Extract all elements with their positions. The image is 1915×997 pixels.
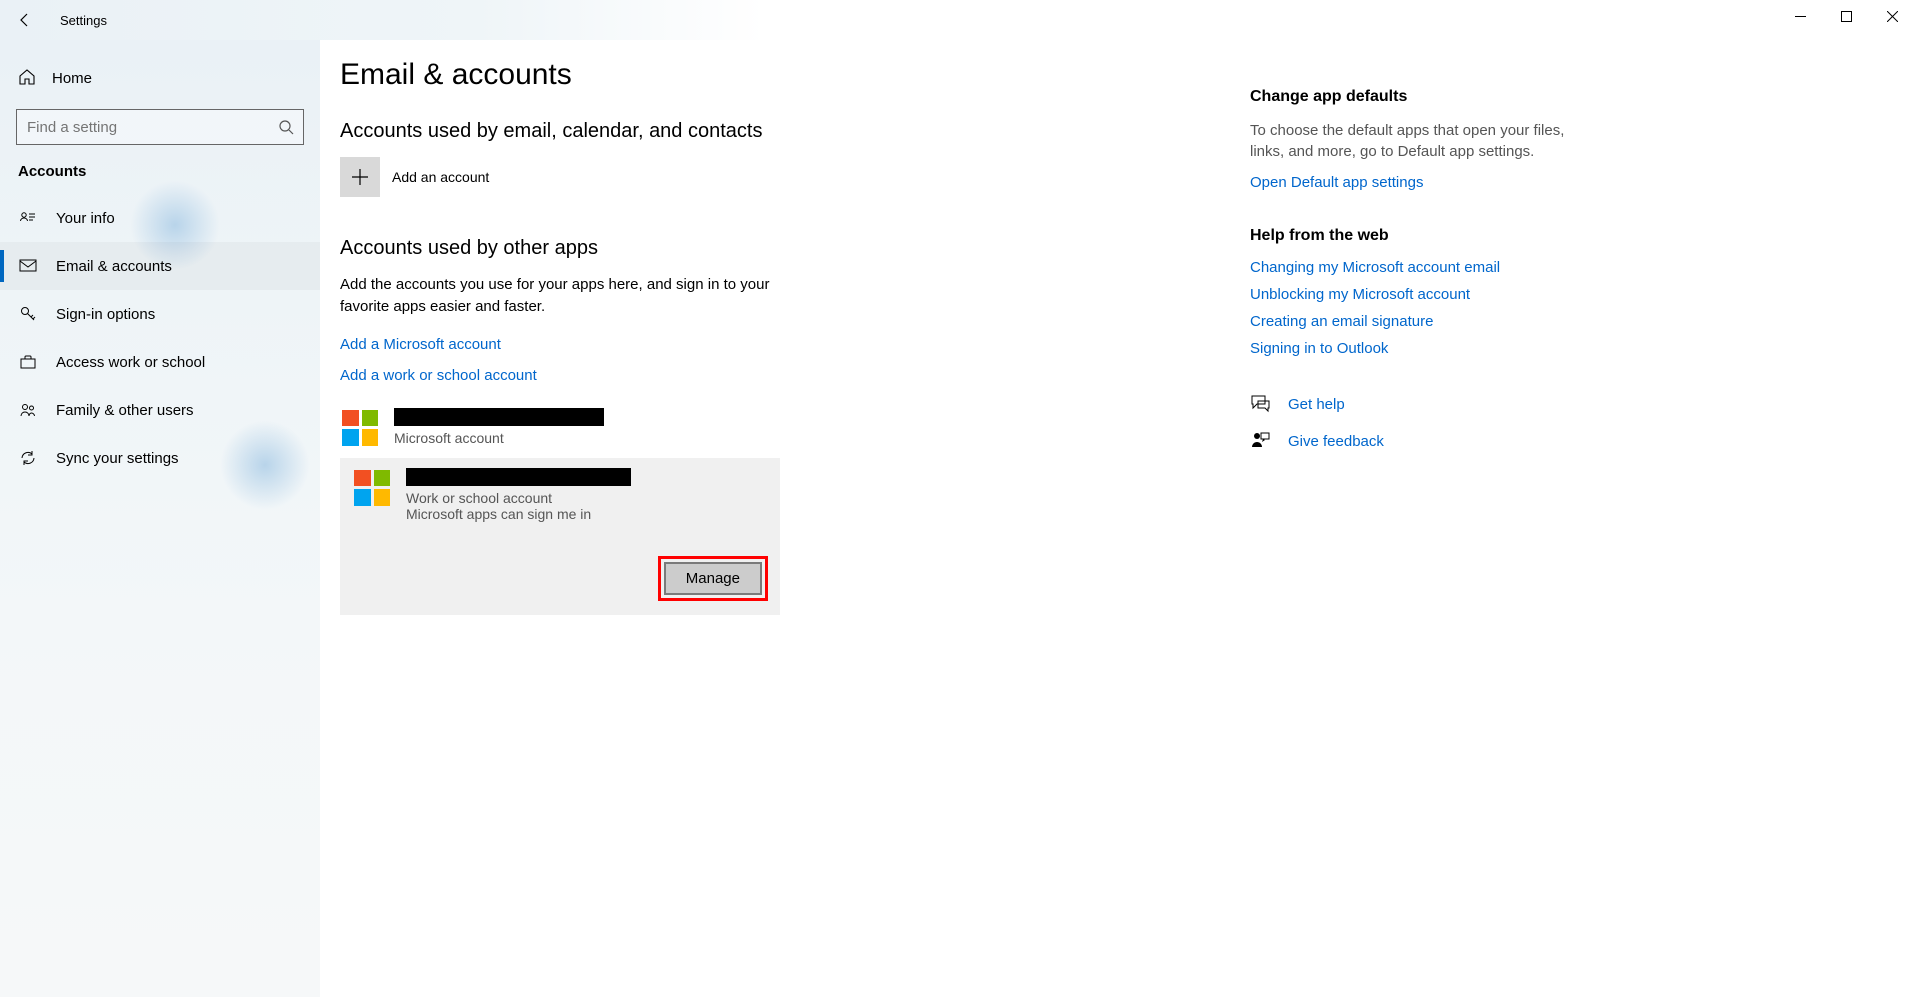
account-row-microsoft[interactable]: Microsoft account: [340, 402, 780, 454]
account-signin-note: Microsoft apps can sign me in: [406, 506, 768, 522]
manage-button[interactable]: Manage: [664, 562, 762, 595]
sidebar-item-label: Email & accounts: [56, 258, 172, 275]
link-add-microsoft-account[interactable]: Add a Microsoft account: [340, 336, 1210, 353]
defaults-text: To choose the default apps that open you…: [1250, 120, 1590, 162]
settings-window: Settings Home Accounts: [0, 0, 1915, 997]
body: Home Accounts Your info Email & accounts…: [0, 40, 1915, 997]
close-icon: [1887, 11, 1898, 22]
minimize-icon: [1795, 11, 1806, 22]
page-title: Email & accounts: [340, 58, 1210, 92]
link-add-work-school-account[interactable]: Add a work or school account: [340, 367, 1210, 384]
sidebar-item-access-work-school[interactable]: Access work or school: [0, 338, 320, 386]
give-feedback-row[interactable]: Give feedback: [1250, 430, 1590, 453]
help-link[interactable]: Changing my Microsoft account email: [1250, 259, 1590, 276]
give-feedback-link[interactable]: Give feedback: [1288, 433, 1384, 450]
help-link[interactable]: Creating an email signature: [1250, 313, 1590, 330]
maximize-icon: [1841, 11, 1852, 22]
window-controls: [1777, 0, 1915, 32]
link-open-default-app-settings[interactable]: Open Default app settings: [1250, 174, 1590, 191]
right-pane: Change app defaults To choose the defaul…: [1250, 58, 1590, 997]
sidebar-item-sync-settings[interactable]: Sync your settings: [0, 434, 320, 482]
search-icon: [278, 119, 294, 138]
plus-icon: [351, 168, 369, 186]
add-account-row[interactable]: Add an account: [340, 157, 1210, 197]
sidebar-item-your-info[interactable]: Your info: [0, 194, 320, 242]
maximize-button[interactable]: [1823, 0, 1869, 32]
sidebar-item-label: Sync your settings: [56, 450, 179, 467]
plus-icon-box: [340, 157, 380, 197]
add-account-label: Add an account: [392, 169, 489, 185]
main: Email & accounts Accounts used by email,…: [320, 40, 1915, 997]
sidebar: Home Accounts Your info Email & accounts…: [0, 40, 320, 997]
sync-icon: [18, 449, 38, 467]
sidebar-item-label: Family & other users: [56, 402, 194, 419]
sidebar-home[interactable]: Home: [0, 55, 320, 101]
search-wrap: [16, 109, 304, 145]
account-card-work-school: Work or school account Microsoft apps ca…: [340, 458, 780, 615]
home-icon: [18, 68, 36, 89]
account-email-redacted: [406, 468, 631, 486]
section-other-apps-heading: Accounts used by other apps: [340, 237, 1210, 260]
sidebar-home-label: Home: [52, 70, 92, 87]
briefcase-icon: [18, 353, 38, 371]
mail-icon: [18, 257, 38, 275]
get-help-link[interactable]: Get help: [1288, 396, 1345, 413]
help-link[interactable]: Signing in to Outlook: [1250, 340, 1590, 357]
sidebar-item-label: Access work or school: [56, 354, 205, 371]
sidebar-item-signin-options[interactable]: Sign-in options: [0, 290, 320, 338]
minimize-button[interactable]: [1777, 0, 1823, 32]
sidebar-item-email-accounts[interactable]: Email & accounts: [0, 242, 320, 290]
manage-button-wrap: Manage: [352, 556, 768, 601]
arrow-left-icon: [17, 12, 33, 28]
titlebar: Settings: [0, 0, 1915, 40]
help-link[interactable]: Unblocking my Microsoft account: [1250, 286, 1590, 303]
account-email-redacted: [394, 408, 604, 426]
sidebar-item-label: Your info: [56, 210, 115, 227]
people-icon: [18, 401, 38, 419]
account-row-work-school[interactable]: Work or school account Microsoft apps ca…: [352, 468, 768, 522]
get-help-row[interactable]: Get help: [1250, 393, 1590, 416]
close-button[interactable]: [1869, 0, 1915, 32]
highlight-box: Manage: [658, 556, 768, 601]
search-input[interactable]: [16, 109, 304, 145]
defaults-heading: Change app defaults: [1250, 88, 1590, 106]
back-button[interactable]: [0, 0, 50, 40]
content: Email & accounts Accounts used by email,…: [340, 58, 1210, 997]
help-heading: Help from the web: [1250, 227, 1590, 245]
sidebar-item-label: Sign-in options: [56, 306, 155, 323]
microsoft-logo-icon: [340, 408, 380, 448]
account-type-label: Microsoft account: [394, 430, 780, 446]
feedback-icon: [1250, 430, 1270, 453]
section-email-accounts-heading: Accounts used by email, calendar, and co…: [340, 120, 1210, 143]
window-title: Settings: [60, 13, 107, 28]
account-type-label: Work or school account: [406, 490, 768, 506]
key-icon: [18, 305, 38, 323]
person-card-icon: [18, 209, 38, 227]
microsoft-logo-icon: [352, 468, 392, 508]
chat-icon: [1250, 393, 1270, 416]
sidebar-item-family-users[interactable]: Family & other users: [0, 386, 320, 434]
section-other-apps-desc: Add the accounts you use for your apps h…: [340, 274, 770, 318]
